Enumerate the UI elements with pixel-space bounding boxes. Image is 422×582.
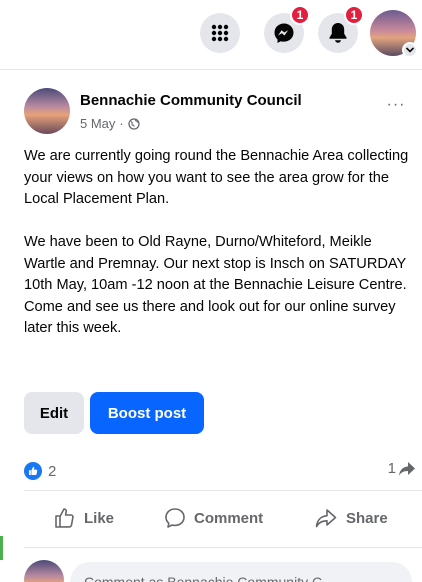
notifications-button[interactable]: 1 — [318, 5, 364, 53]
commenter-avatar[interactable] — [24, 560, 64, 582]
post-paragraph: We are currently going round the Bennach… — [24, 148, 409, 207]
comment-label: Comment — [194, 509, 264, 527]
comment-icon — [165, 508, 185, 528]
messenger-badge: 1 — [290, 5, 310, 25]
top-bar: 1 1 — [0, 0, 422, 70]
meta-separator: · — [119, 116, 124, 131]
like-reaction-icon — [24, 462, 42, 480]
share-arrow-icon — [399, 461, 415, 476]
boost-post-button[interactable]: Boost post — [90, 392, 204, 434]
like-label: Like — [84, 509, 115, 527]
page-avatar[interactable] — [24, 88, 70, 134]
globe-icon — [128, 117, 140, 130]
messenger-button[interactable]: 1 — [264, 5, 310, 53]
comment-input[interactable] — [70, 562, 412, 582]
share-count-value: 1 — [387, 460, 396, 477]
post-date[interactable]: 5 May — [80, 116, 115, 131]
chevron-down-icon — [402, 42, 418, 58]
profile-avatar-button[interactable] — [370, 10, 418, 58]
page-name[interactable]: Bennachie Community Council — [80, 92, 302, 109]
reaction-count: 2 — [48, 462, 57, 480]
messenger-icon — [274, 23, 294, 43]
like-button[interactable]: Like — [54, 507, 114, 529]
more-options-button[interactable]: ··· — [382, 96, 410, 120]
share-icon — [315, 509, 337, 528]
share-label: Share — [346, 509, 388, 527]
bell-icon — [329, 23, 347, 43]
post-meta: 5 May · — [80, 116, 140, 131]
comment-button[interactable]: Comment — [164, 507, 263, 529]
left-edge-green-mark — [0, 536, 3, 560]
thumbs-up-icon — [55, 508, 74, 528]
shares-count[interactable]: 1 — [388, 460, 416, 477]
share-button[interactable]: Share — [314, 507, 388, 529]
post-paragraph: We have been to Old Rayne, Durno/Whitefo… — [24, 234, 407, 336]
notifications-badge: 1 — [344, 5, 364, 25]
left-edge — [0, 0, 4, 582]
post-text: We are currently going round the Bennach… — [24, 146, 416, 361]
edit-button[interactable]: Edit — [24, 392, 84, 434]
post-action-bar: Like Comment Share — [24, 490, 422, 548]
reactions-summary[interactable]: 2 — [24, 462, 56, 480]
grid-menu-icon — [211, 24, 229, 42]
menu-button[interactable] — [200, 13, 240, 53]
